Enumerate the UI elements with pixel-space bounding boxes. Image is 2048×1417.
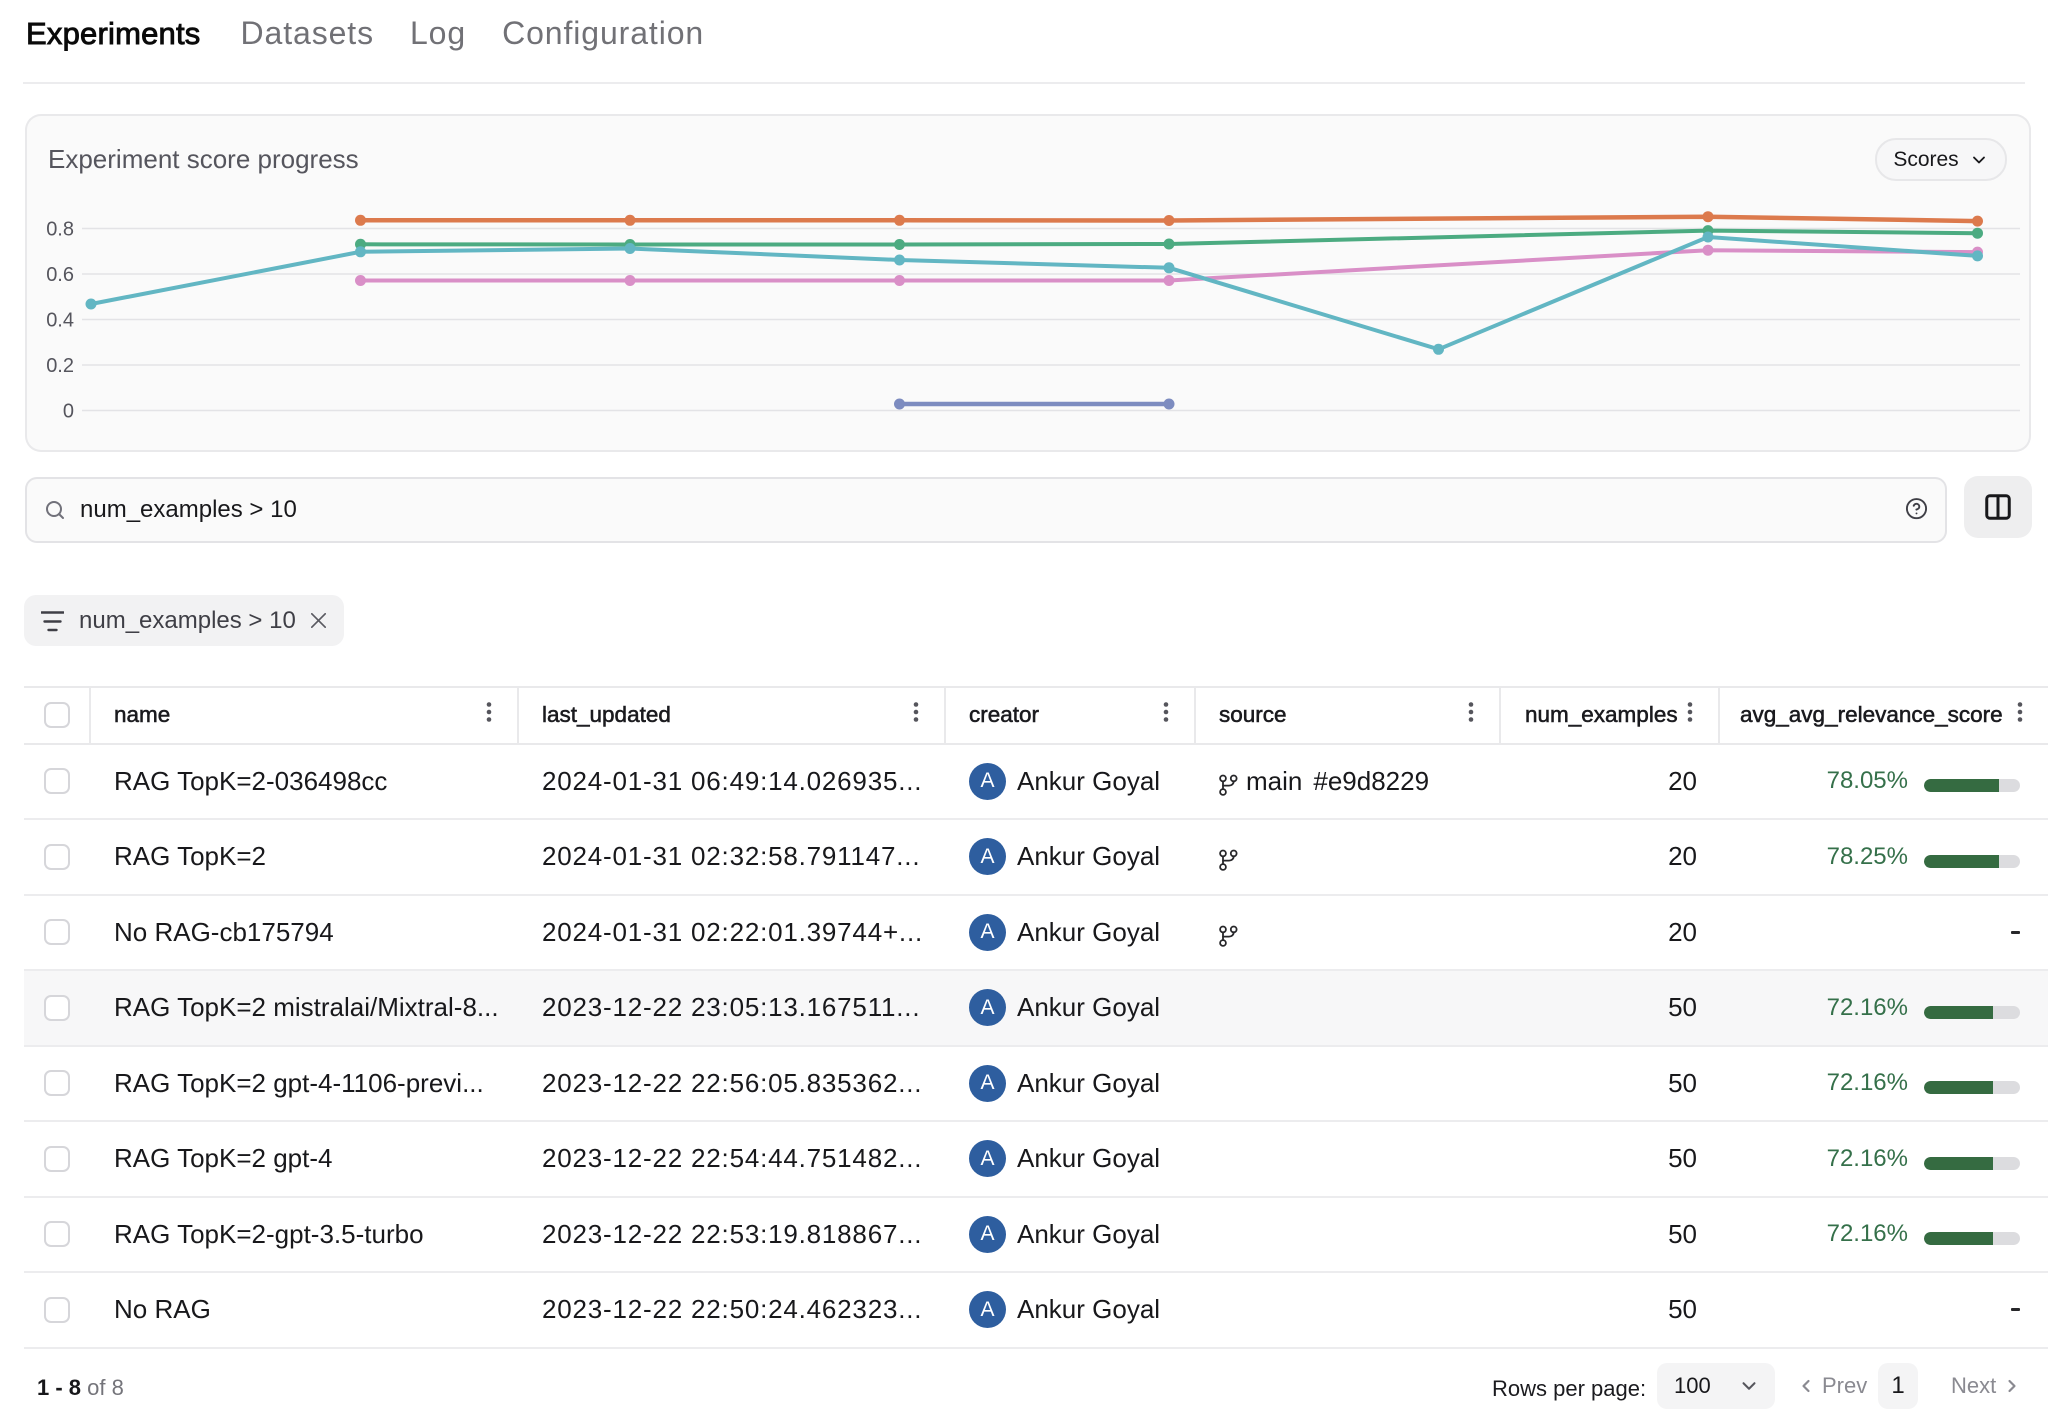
svg-text:0.6: 0.6 [46,264,74,286]
svg-text:0.4: 0.4 [46,310,74,332]
svg-text:0.8: 0.8 [46,219,74,241]
svg-text:0.2: 0.2 [46,355,74,377]
svg-text:0: 0 [63,401,74,423]
